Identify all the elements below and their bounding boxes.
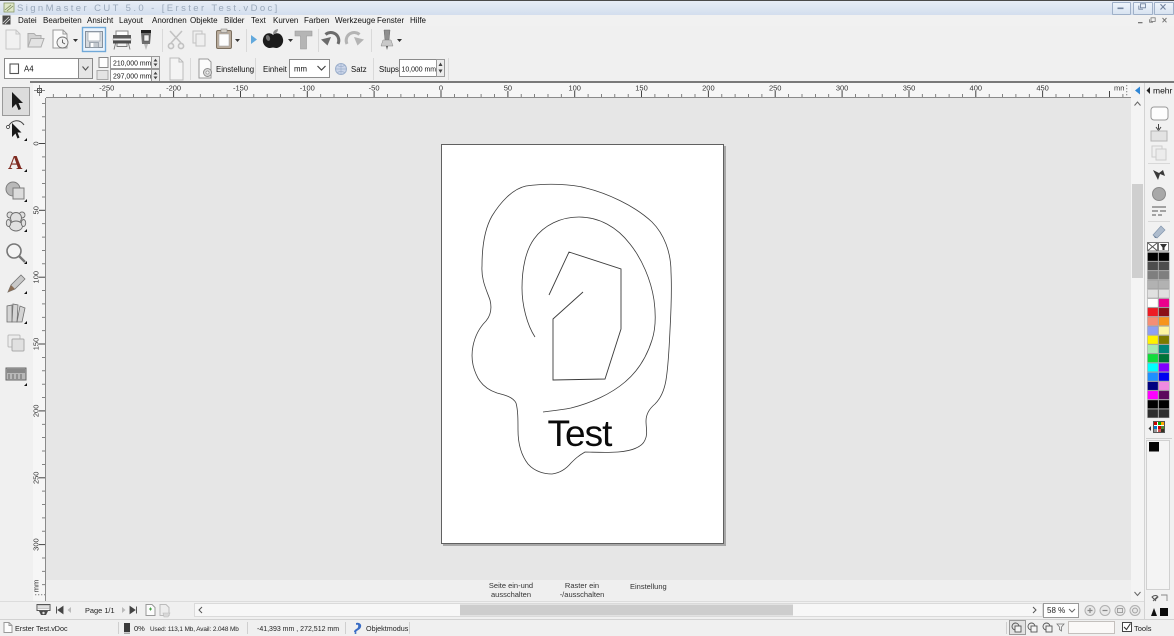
svg-text:mm: mm xyxy=(33,580,41,593)
svg-text:-250: -250 xyxy=(99,84,114,93)
svg-text:400: 400 xyxy=(970,84,983,93)
svg-text:297,000 mm: 297,000 mm xyxy=(113,74,152,81)
svg-text:50: 50 xyxy=(504,84,512,93)
svg-text:mehr: mehr xyxy=(1153,86,1173,96)
svg-text:350: 350 xyxy=(903,84,916,93)
svg-text:Test: Test xyxy=(548,413,614,454)
svg-text:Objektmodus: Objektmodus xyxy=(366,624,409,633)
svg-text:-41,393 mm , 272,512 mm: -41,393 mm , 272,512 mm xyxy=(257,626,339,633)
svg-text:A: A xyxy=(8,152,23,174)
svg-text:450: 450 xyxy=(1036,84,1049,93)
svg-text:58 %: 58 % xyxy=(1047,606,1065,615)
svg-text:Einstellung: Einstellung xyxy=(216,65,254,74)
svg-text:300: 300 xyxy=(33,538,41,551)
svg-text:Tools: Tools xyxy=(1134,624,1152,633)
svg-text:Stups: Stups xyxy=(379,65,399,74)
svg-text:0: 0 xyxy=(33,141,41,145)
svg-text:Einheit: Einheit xyxy=(263,65,288,74)
svg-text:200: 200 xyxy=(33,405,41,418)
svg-text:150: 150 xyxy=(33,338,41,351)
svg-text:0: 0 xyxy=(439,84,443,93)
svg-text:150: 150 xyxy=(635,84,648,93)
svg-text:210,000 mm: 210,000 mm xyxy=(113,61,152,68)
svg-text:mm: mm xyxy=(294,65,307,74)
svg-text:100: 100 xyxy=(568,84,581,93)
svg-text:-50: -50 xyxy=(369,84,380,93)
svg-text:50: 50 xyxy=(33,206,41,214)
svg-text:10,000 mm: 10,000 mm xyxy=(402,67,437,74)
svg-text:-150: -150 xyxy=(233,84,248,93)
svg-text:Erster Test.vDoc: Erster Test.vDoc xyxy=(15,624,68,633)
svg-text:A4: A4 xyxy=(24,65,34,74)
svg-text:Satz: Satz xyxy=(351,65,367,74)
svg-text:100: 100 xyxy=(33,271,41,284)
svg-text:Used: 113,1 Mb, Avail: 2.048 M: Used: 113,1 Mb, Avail: 2.048 Mb xyxy=(150,626,239,633)
svg-text:-200: -200 xyxy=(166,84,181,93)
svg-text:0%: 0% xyxy=(134,624,145,633)
svg-text:-100: -100 xyxy=(300,84,315,93)
svg-text:Page 1/1: Page 1/1 xyxy=(85,606,115,615)
svg-text:300: 300 xyxy=(836,84,849,93)
svg-text:250: 250 xyxy=(769,84,782,93)
svg-text:250: 250 xyxy=(33,472,41,485)
svg-text:200: 200 xyxy=(702,84,715,93)
